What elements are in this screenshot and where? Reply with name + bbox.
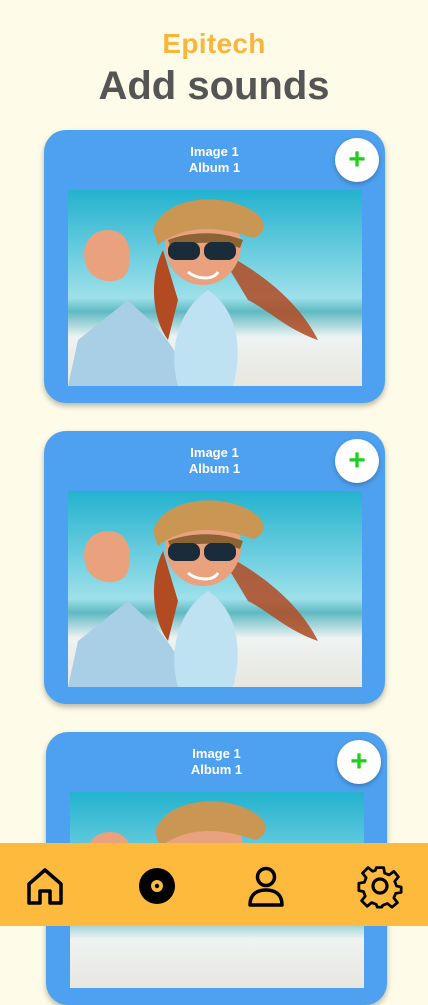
card-caption: Image 1 Album 1 [44,144,385,176]
nav-home[interactable] [22,863,68,909]
user-icon [248,866,284,907]
page-title: Add sounds [98,64,330,108]
gear-icon [357,866,403,909]
album-label: Album 1 [188,461,241,476]
card-caption: Image 1 Album 1 [44,445,385,477]
add-sound-button[interactable]: + [337,740,381,784]
brand-name: Epitech [162,28,266,59]
image-label: Image 1 [192,746,241,761]
bottom-navbar [0,843,428,926]
add-sound-button[interactable]: + [335,138,379,182]
vinyl-record-icon [139,868,175,904]
card-caption: Image 1 Album 1 [46,746,387,778]
image-label: Image 1 [190,445,239,460]
sound-card[interactable]: Image 1 Album 1 + [44,431,385,704]
nav-settings[interactable] [357,863,403,909]
image-label: Image 1 [190,144,239,159]
home-icon [27,868,63,905]
nav-profile[interactable] [243,863,289,909]
album-image [68,190,362,386]
album-label: Album 1 [190,762,243,777]
sound-card[interactable]: Image 1 Album 1 + [44,130,385,403]
album-image [68,491,362,687]
nav-library[interactable] [134,863,180,909]
album-label: Album 1 [188,160,241,175]
add-sound-button[interactable]: + [335,439,379,483]
